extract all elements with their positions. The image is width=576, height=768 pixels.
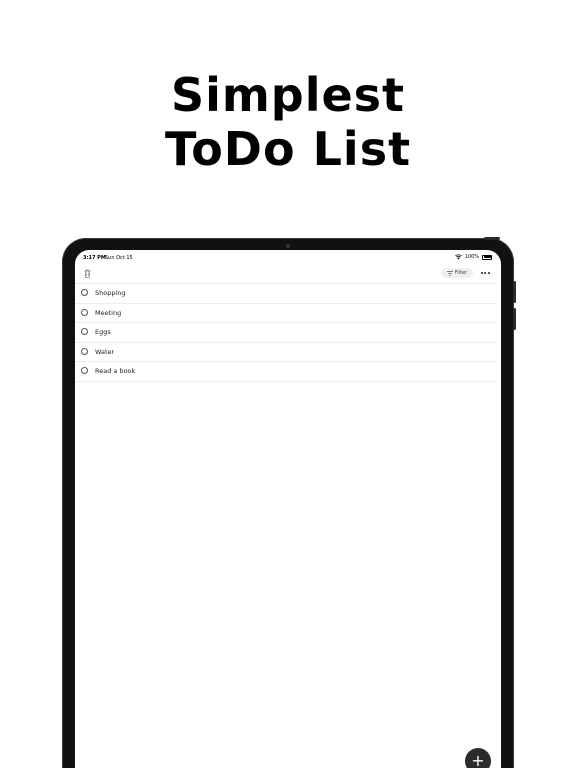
checkbox-icon[interactable] [81, 328, 88, 335]
headline-line-2: ToDo List [164, 122, 412, 176]
status-indicators: 100% [454, 254, 492, 260]
checkbox-icon[interactable] [81, 367, 88, 374]
battery-icon [482, 254, 492, 260]
todo-item[interactable]: Meeting [75, 304, 496, 323]
todo-label: Eggs [95, 328, 111, 336]
todo-item[interactable]: Shopping [75, 284, 496, 304]
headline: Simplest ToDo List [0, 68, 576, 176]
volume-down-button [513, 308, 516, 330]
trash-icon [84, 269, 90, 278]
todo-list: Shopping Meeting Eggs Water Read a book [75, 283, 496, 382]
more-icon [480, 272, 483, 274]
todo-label: Shopping [95, 289, 126, 297]
add-todo-button[interactable]: + [465, 748, 491, 768]
delete-button[interactable] [82, 267, 92, 279]
todo-label: Water [95, 347, 115, 356]
checkbox-icon[interactable] [81, 308, 88, 316]
todo-label: Read a book [95, 367, 136, 375]
app-screen: 3:17 PM Sun Oct 15 100% Filter Shopping … [75, 250, 501, 768]
wifi-icon [454, 254, 462, 260]
more-icon-dot [484, 272, 486, 274]
app-store-screenshot: Simplest ToDo List 3:17 PM Sun Oct 15 10… [0, 0, 576, 768]
toolbar: Filter [75, 264, 501, 282]
checkbox-icon[interactable] [81, 347, 88, 355]
headline-line-1: Simplest [170, 68, 406, 122]
status-bar: 3:17 PM Sun Oct 15 100% [75, 250, 501, 264]
front-camera [286, 244, 290, 248]
filter-label: Filter [454, 270, 468, 276]
todo-item[interactable]: Eggs [75, 323, 496, 343]
volume-up-button [513, 281, 516, 303]
status-date: Sun Oct 15 [105, 255, 133, 261]
filter-button[interactable]: Filter [441, 268, 473, 278]
battery-percent: 100% [464, 254, 479, 260]
plus-icon: + [471, 751, 485, 768]
todo-item[interactable]: Read a book [75, 362, 496, 382]
todo-item[interactable]: Water [75, 343, 496, 362]
status-time: 3:17 PM [83, 255, 106, 261]
more-icon-dot [487, 272, 490, 274]
power-button [484, 237, 500, 240]
todo-label: Meeting [95, 308, 122, 317]
more-button[interactable] [479, 268, 491, 278]
filter-icon [446, 270, 453, 276]
checkbox-icon[interactable] [81, 289, 88, 296]
